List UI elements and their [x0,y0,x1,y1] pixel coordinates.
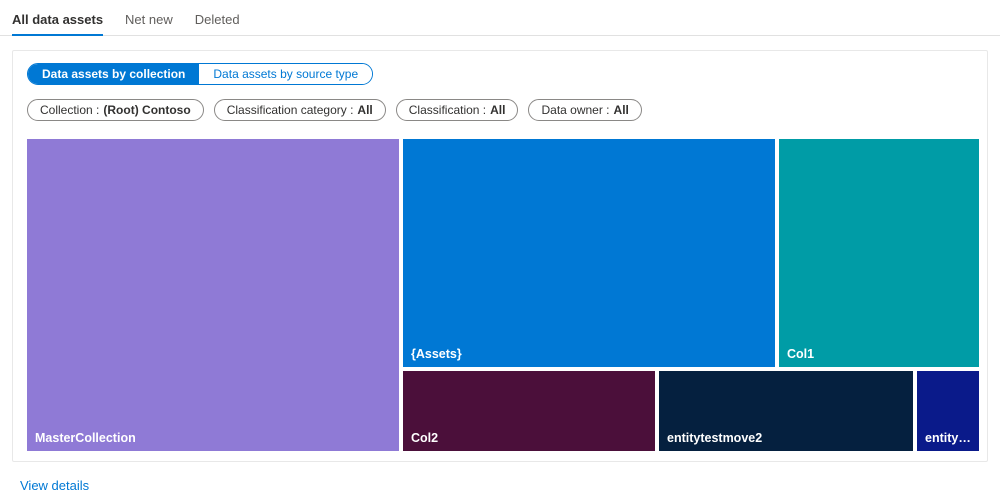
tab-bar: All data assets Net new Deleted [0,0,1000,36]
filter-collection[interactable]: Collection : (Root) Contoso [27,99,204,121]
filter-value: (Root) Contoso [103,103,190,117]
treemap-tile[interactable]: Col1 [779,139,979,367]
filter-label: Classification : [409,103,486,117]
filter-label: Classification category : [227,103,354,117]
treemap-chart: MasterCollection {Assets} Col1 Col2 entityte… [27,139,979,451]
filter-row: Collection : (Root) Contoso Classificati… [27,99,973,121]
treemap-tile-label: entitytestmov... [925,431,971,445]
treemap-tile-label: {Assets} [411,347,462,361]
view-details-link[interactable]: View details [20,478,89,493]
treemap-tile-label: MasterCollection [35,431,136,445]
filter-classification[interactable]: Classification : All [396,99,519,121]
treemap-tile[interactable]: {Assets} [403,139,775,367]
toggle-by-collection[interactable]: Data assets by collection [28,64,199,84]
tab-net-new[interactable]: Net new [125,6,173,35]
filter-classification-category[interactable]: Classification category : All [214,99,386,121]
chart-card: Data assets by collection Data assets by… [12,50,988,462]
view-toggle-group: Data assets by collection Data assets by… [27,63,373,85]
filter-value: All [357,103,372,117]
treemap-tile[interactable]: entitytestmov... [917,371,979,451]
treemap-tile[interactable]: Col2 [403,371,655,451]
tab-all-data-assets[interactable]: All data assets [12,6,103,35]
toggle-by-source-type[interactable]: Data assets by source type [199,64,372,84]
tab-deleted[interactable]: Deleted [195,6,240,35]
filter-value: All [614,103,629,117]
treemap-tile-label: Col2 [411,431,438,445]
filter-data-owner[interactable]: Data owner : All [528,99,641,121]
filter-value: All [490,103,505,117]
filter-label: Collection : [40,103,99,117]
treemap-tile[interactable]: MasterCollection [27,139,399,451]
filter-label: Data owner : [541,103,609,117]
treemap-tile[interactable]: entitytestmove2 [659,371,913,451]
treemap-tile-label: Col1 [787,347,814,361]
treemap-tile-label: entitytestmove2 [667,431,762,445]
